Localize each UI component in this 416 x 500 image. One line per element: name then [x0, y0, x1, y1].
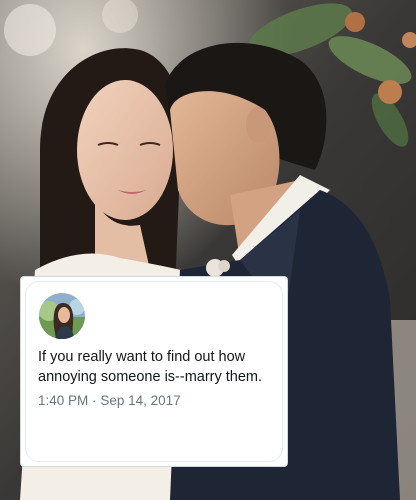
- tweet-timestamp[interactable]: 1:40 PM · Sep 14, 2017: [38, 393, 181, 408]
- avatar[interactable]: [39, 293, 85, 339]
- tweet-time: 1:40 PM: [38, 393, 89, 408]
- timestamp-separator: ·: [92, 393, 97, 408]
- tweet-card: If you really want to find out how annoy…: [20, 276, 288, 467]
- tweet-text: If you really want to find out how annoy…: [38, 349, 263, 385]
- tweet-date: Sep 14, 2017: [100, 393, 181, 408]
